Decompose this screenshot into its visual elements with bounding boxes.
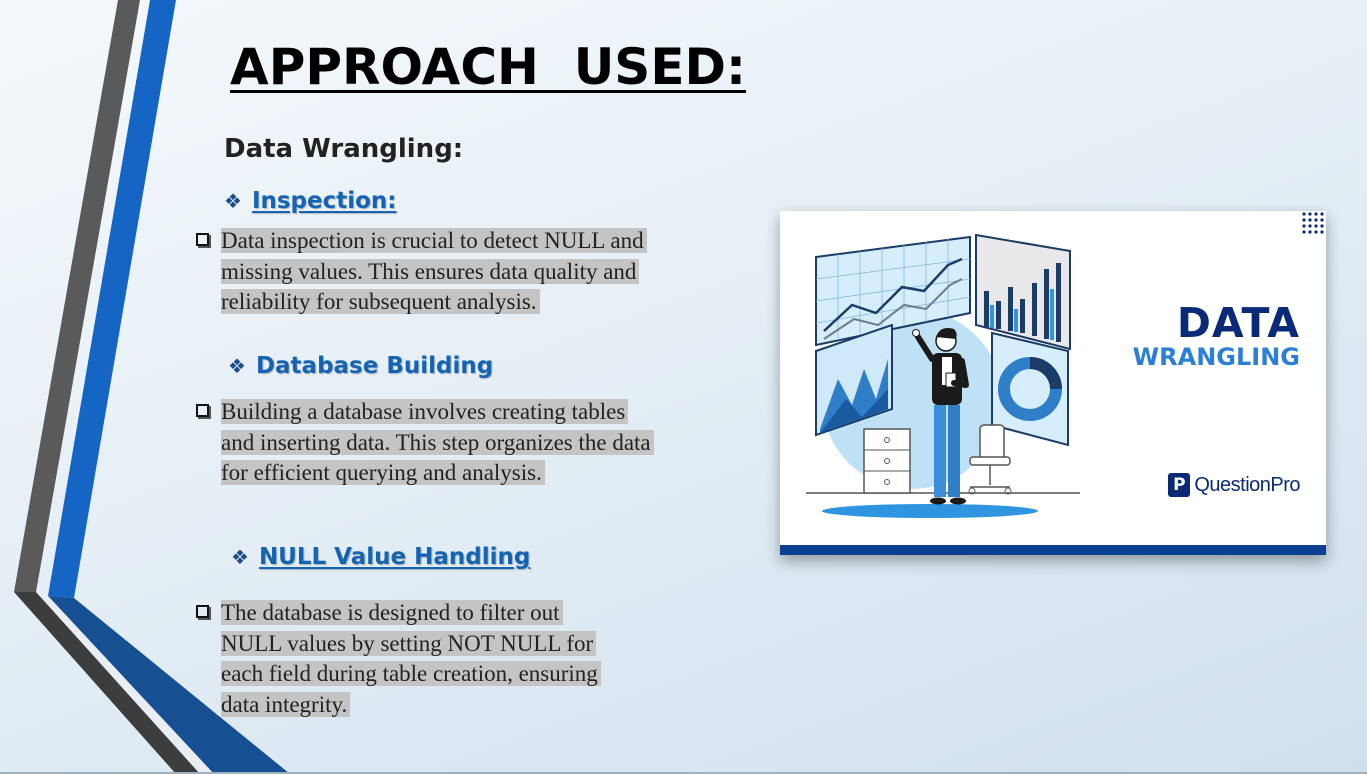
bullet-text: Data inspection is crucial to detect NUL… <box>221 228 647 314</box>
square-box-icon <box>196 605 209 618</box>
questionpro-logo-text: QuestionPro <box>1194 473 1300 496</box>
square-box-icon <box>196 233 209 246</box>
bullet-item-null-value-handling: The database is designed to filter out N… <box>196 598 626 720</box>
diamond-cluster-icon: ❖ <box>228 354 246 378</box>
section-heading-label: Inspection: <box>251 188 397 214</box>
slide-title: APPROACH USED: <box>230 38 746 96</box>
section-heading-null-value-handling: ❖ NULL Value Handling <box>231 544 530 570</box>
section-heading-label: Database Building <box>255 353 494 379</box>
data-wrangling-image: DATA WRANGLING P QuestionPro <box>780 211 1326 555</box>
image-title-line2: WRANGLING <box>1132 343 1300 371</box>
questionpro-logo-icon: P <box>1168 473 1191 497</box>
section-heading-inspection: ❖ Inspection: <box>224 188 397 214</box>
section-heading-label: NULL Value Handling <box>258 544 531 570</box>
diamond-cluster-icon: ❖ <box>231 545 249 569</box>
bullet-text: The database is designed to filter out N… <box>221 600 601 717</box>
bullet-item-inspection: Data inspection is crucial to detect NUL… <box>196 226 716 318</box>
questionpro-logo: P QuestionPro <box>1168 473 1300 497</box>
image-title-line1: DATA <box>1176 299 1300 347</box>
slide-subtitle: Data Wrangling: <box>224 134 464 164</box>
analyst-illustration <box>806 233 1080 518</box>
slide: APPROACH USED: Data Wrangling: ❖ Inspect… <box>0 0 1367 774</box>
dots-grid-icon <box>1302 212 1324 234</box>
image-bottom-bar <box>780 545 1326 555</box>
square-box-icon <box>196 404 209 417</box>
bullet-text: Building a database involves creating ta… <box>221 399 654 485</box>
bullet-item-database-building: Building a database involves creating ta… <box>196 397 656 489</box>
section-heading-database-building: ❖ Database Building <box>228 353 493 379</box>
diamond-cluster-icon: ❖ <box>224 189 242 213</box>
